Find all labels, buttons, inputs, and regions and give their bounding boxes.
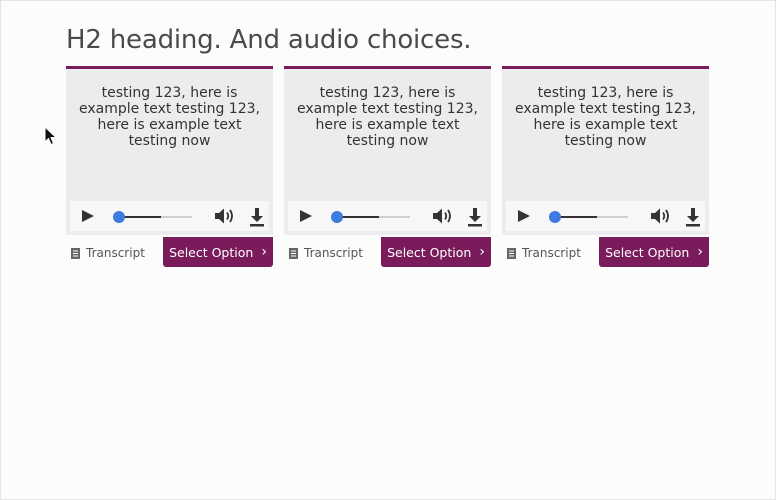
play-icon[interactable] — [82, 210, 94, 222]
seek-thumb[interactable] — [549, 211, 561, 223]
option-actions: Transcript Select Option › — [284, 235, 491, 269]
mouse-cursor-icon — [44, 126, 58, 146]
download-icon[interactable] — [248, 207, 266, 227]
chevron-right-icon: › — [261, 244, 267, 260]
transcript-label: Transcript — [522, 246, 581, 260]
transcript-link[interactable]: Transcript — [507, 246, 581, 260]
download-icon[interactable] — [466, 207, 484, 227]
option-panel: testing 123, here is example text testin… — [284, 66, 491, 235]
document-icon — [289, 247, 298, 259]
option-actions: Transcript Select Option › — [66, 235, 273, 269]
select-option-button[interactable]: Select Option › — [163, 237, 273, 267]
transcript-link[interactable]: Transcript — [71, 246, 145, 260]
chevron-right-icon: › — [479, 244, 485, 260]
volume-icon[interactable] — [432, 207, 454, 225]
option-text: testing 123, here is example text testin… — [79, 85, 260, 149]
seek-slider[interactable] — [332, 216, 410, 218]
chevron-right-icon: › — [697, 244, 703, 260]
select-option-label: Select Option — [605, 244, 690, 260]
play-icon[interactable] — [518, 210, 530, 222]
audio-player — [70, 201, 269, 231]
option-text: testing 123, here is example text testin… — [515, 85, 696, 149]
transcript-label: Transcript — [304, 246, 363, 260]
transcript-label: Transcript — [86, 246, 145, 260]
play-icon[interactable] — [300, 210, 312, 222]
audio-option-card: testing 123, here is example text testin… — [502, 66, 709, 269]
volume-icon[interactable] — [214, 207, 236, 225]
option-panel: testing 123, here is example text testin… — [66, 66, 273, 235]
audio-player — [288, 201, 487, 231]
audio-option-card: testing 123, here is example text testin… — [66, 66, 273, 269]
transcript-link[interactable]: Transcript — [289, 246, 363, 260]
option-actions: Transcript Select Option › — [502, 235, 709, 269]
select-option-label: Select Option — [169, 244, 254, 260]
audio-player — [506, 201, 705, 231]
select-option-label: Select Option — [387, 244, 472, 260]
select-option-button[interactable]: Select Option › — [381, 237, 491, 267]
volume-icon[interactable] — [650, 207, 672, 225]
audio-option-card: testing 123, here is example text testin… — [284, 66, 491, 269]
select-option-button[interactable]: Select Option › — [599, 237, 709, 267]
seek-slider[interactable] — [550, 216, 628, 218]
seek-thumb[interactable] — [331, 211, 343, 223]
download-icon[interactable] — [684, 207, 702, 227]
seek-slider[interactable] — [114, 216, 192, 218]
option-panel: testing 123, here is example text testin… — [502, 66, 709, 235]
document-icon — [507, 247, 516, 259]
page-heading: H2 heading. And audio choices. — [66, 25, 472, 55]
seek-thumb[interactable] — [113, 211, 125, 223]
option-text: testing 123, here is example text testin… — [297, 85, 478, 149]
document-icon — [71, 247, 80, 259]
